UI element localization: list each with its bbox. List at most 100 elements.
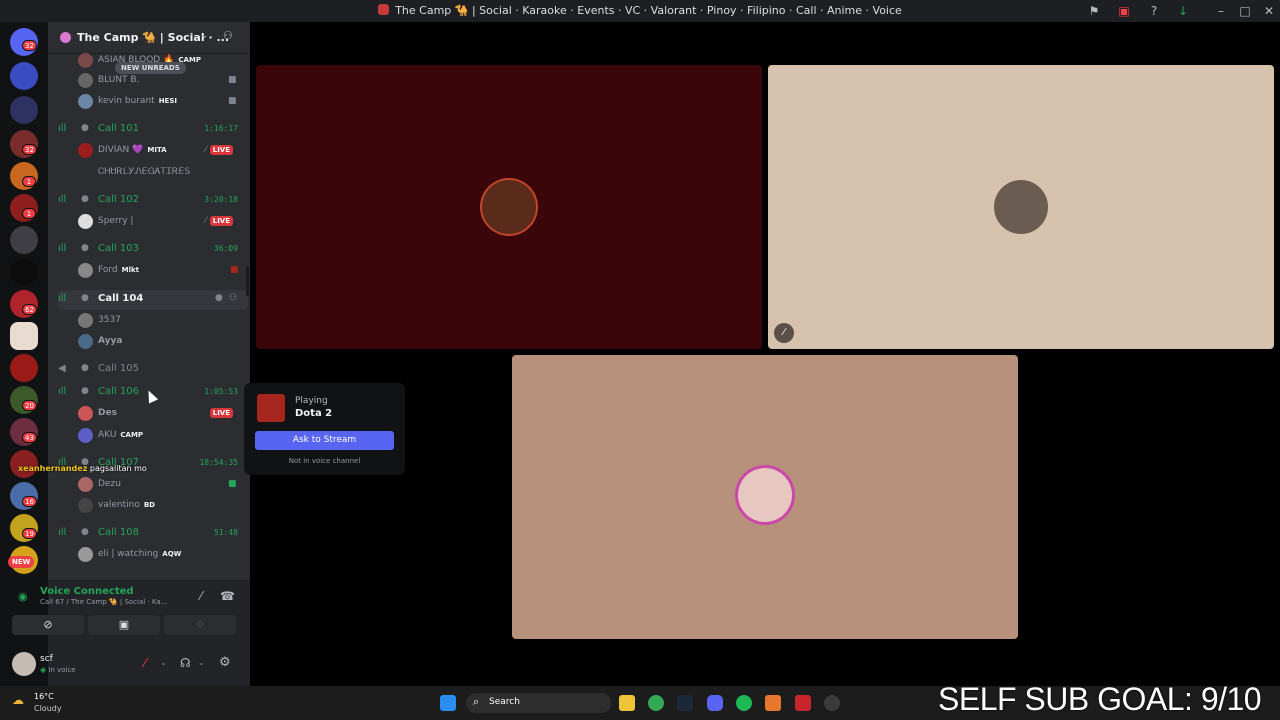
activities-button[interactable]: ⁘ — [164, 615, 236, 635]
member-name: Ford — [98, 265, 118, 275]
list-item[interactable]: kevin burant HESI ■ — [78, 93, 243, 111]
list-item[interactable]: Sperry | ⁄ ■ LIVE — [78, 213, 243, 231]
channel-name: Call 101 — [98, 123, 139, 134]
member-name: AKU — [98, 430, 117, 440]
obs-icon[interactable] — [824, 695, 840, 711]
avatar[interactable] — [12, 652, 36, 676]
user-status: In voice — [48, 666, 76, 674]
ask-to-stream-button[interactable]: Ask to Stream — [255, 431, 394, 450]
badge: 1 — [22, 176, 36, 187]
file-explorer-icon[interactable] — [619, 695, 635, 711]
noise-suppression-icon[interactable]: ⁄ — [200, 589, 202, 603]
chevron-down-icon[interactable]: ⌄ — [200, 30, 208, 41]
invite-icon[interactable]: ⚇ — [223, 29, 233, 42]
monitor-icon[interactable]: ▣ — [1117, 4, 1131, 18]
maximize-icon[interactable]: □ — [1238, 4, 1252, 18]
member-tag: Mlkt — [121, 266, 139, 274]
invite-icon[interactable]: ⚇ — [229, 293, 237, 303]
lock-icon: ● — [81, 243, 89, 253]
headphones-icon[interactable]: ☊ — [180, 656, 191, 670]
list-item[interactable]: Dezu ■ — [78, 476, 243, 494]
list-item[interactable]: eli | watching AQW — [78, 546, 243, 564]
voice-channel-icon: ıll — [58, 194, 67, 205]
discord-icon[interactable] — [707, 695, 723, 711]
voice-channel-icon: ıll — [58, 123, 67, 134]
scrollbar[interactable] — [246, 266, 249, 296]
minimize-icon[interactable]: – — [1214, 4, 1228, 18]
list-item[interactable]: valentino BD — [78, 497, 243, 515]
member-tag: CAMP — [120, 431, 144, 439]
avatar — [738, 468, 792, 522]
mic-muted-icon[interactable]: ⁄ — [144, 656, 146, 670]
title-bar: The Camp 🐪 | Social · Karaoke · Events ·… — [0, 0, 1280, 22]
voice-channel-call-104[interactable]: ıll ● Call 104 ● ⚇ — [58, 290, 248, 310]
app-icon[interactable] — [765, 695, 781, 711]
chat-icon[interactable]: ● — [215, 293, 223, 303]
list-item[interactable]: ᏟᎻᏌᎡᏞᎩᏁᎬᏀᎪᎢᏆᎡᎬᏚ — [78, 164, 243, 182]
voice-channel-call-101[interactable]: ıll ● Call 101 1:16:17 — [58, 120, 248, 140]
voice-location[interactable]: Call 67 / The Camp 🐪 | Social · Ka... — [40, 598, 167, 606]
channel-timer: 36:09 — [213, 244, 238, 253]
activity-label: Playing — [295, 396, 328, 406]
lock-icon: ● — [81, 386, 89, 396]
chat-overlay: xeanhernandez pagsalitan mo — [18, 464, 147, 473]
list-item[interactable]: DIVIAN 💜 MITA ⁄ LIVE — [78, 142, 243, 160]
server-icon-camp[interactable] — [10, 322, 38, 350]
voice-channel-call-102[interactable]: ıll ● Call 102 3:20:18 — [58, 191, 248, 211]
activity-game: Dota 2 — [295, 408, 333, 419]
server-header[interactable]: The Camp 🐪 | Social · ... ⌄ ⚇ — [48, 22, 250, 54]
list-item[interactable]: 3537 — [78, 312, 243, 330]
channel-name: Call 106 — [98, 386, 139, 397]
inbox-icon[interactable]: ⚑ — [1087, 4, 1101, 18]
app-icon[interactable] — [795, 695, 811, 711]
avatar — [994, 180, 1048, 234]
member-tag: MITA — [147, 146, 167, 154]
avatar — [482, 180, 536, 234]
avatar — [78, 94, 93, 109]
search-box[interactable]: ⌕ Search — [466, 693, 611, 713]
screen-share-button[interactable]: ▣ — [88, 615, 160, 635]
chevron-down-icon[interactable]: ⌄ — [198, 658, 205, 667]
dota-icon — [257, 394, 285, 422]
settings-gear-icon[interactable]: ⚙ — [219, 655, 231, 670]
participant-tile[interactable] — [512, 355, 1018, 639]
member-tag: AQW — [162, 550, 182, 558]
avatar — [78, 547, 93, 562]
user-status-line: ◉ In voice — [40, 666, 76, 674]
badge: 32 — [22, 40, 37, 51]
list-item[interactable]: Ayya — [78, 333, 243, 351]
voice-channel-call-108[interactable]: ıll ● Call 108 51:48 — [58, 524, 248, 544]
chevron-down-icon[interactable]: ⌄ — [160, 658, 167, 667]
disconnect-icon[interactable]: ☎ — [220, 589, 235, 603]
member-name: ᏟᎻᏌᎡᏞᎩᏁᎬᏀᎪᎢᏆᎡᎬᏚ — [98, 167, 191, 177]
member-name: kevin burant — [98, 96, 155, 106]
activity-note: Not in voice channel — [288, 457, 361, 465]
avatar — [78, 498, 93, 513]
video-icon: ■ — [228, 75, 237, 85]
steam-icon[interactable] — [677, 695, 693, 711]
list-item[interactable]: AKU CAMP — [78, 427, 243, 445]
list-item[interactable]: BLUNT B. ■ — [78, 72, 243, 90]
voice-channel-call-105[interactable]: ◀ ● Call 105 — [58, 360, 248, 380]
avatar — [78, 406, 93, 421]
chrome-icon[interactable] — [648, 695, 664, 711]
download-icon[interactable]: ↓ — [1176, 4, 1190, 18]
channel-timer: 1:16:17 — [204, 124, 238, 133]
server-icon[interactable] — [10, 354, 38, 382]
spotify-icon[interactable] — [736, 695, 752, 711]
server-icon[interactable] — [10, 226, 38, 254]
help-icon[interactable]: ? — [1147, 4, 1161, 18]
windows-start-icon[interactable] — [440, 695, 456, 711]
server-icon[interactable] — [10, 96, 38, 124]
voice-channel-call-103[interactable]: ıll ● Call 103 36:09 — [58, 240, 248, 260]
participant-tile[interactable]: ⁄ — [768, 65, 1274, 349]
list-item[interactable]: Ford Mlkt ■ — [78, 262, 243, 280]
weather-temp[interactable]: 16°C — [34, 692, 54, 701]
server-icon[interactable] — [10, 62, 38, 90]
participant-tile[interactable] — [256, 65, 762, 349]
close-icon[interactable]: ✕ — [1262, 4, 1276, 18]
list-item[interactable]: Des LIVE — [78, 405, 243, 423]
video-button[interactable]: ⊘ — [12, 615, 84, 635]
badge: 19 — [22, 528, 37, 539]
server-icon[interactable] — [10, 258, 38, 286]
